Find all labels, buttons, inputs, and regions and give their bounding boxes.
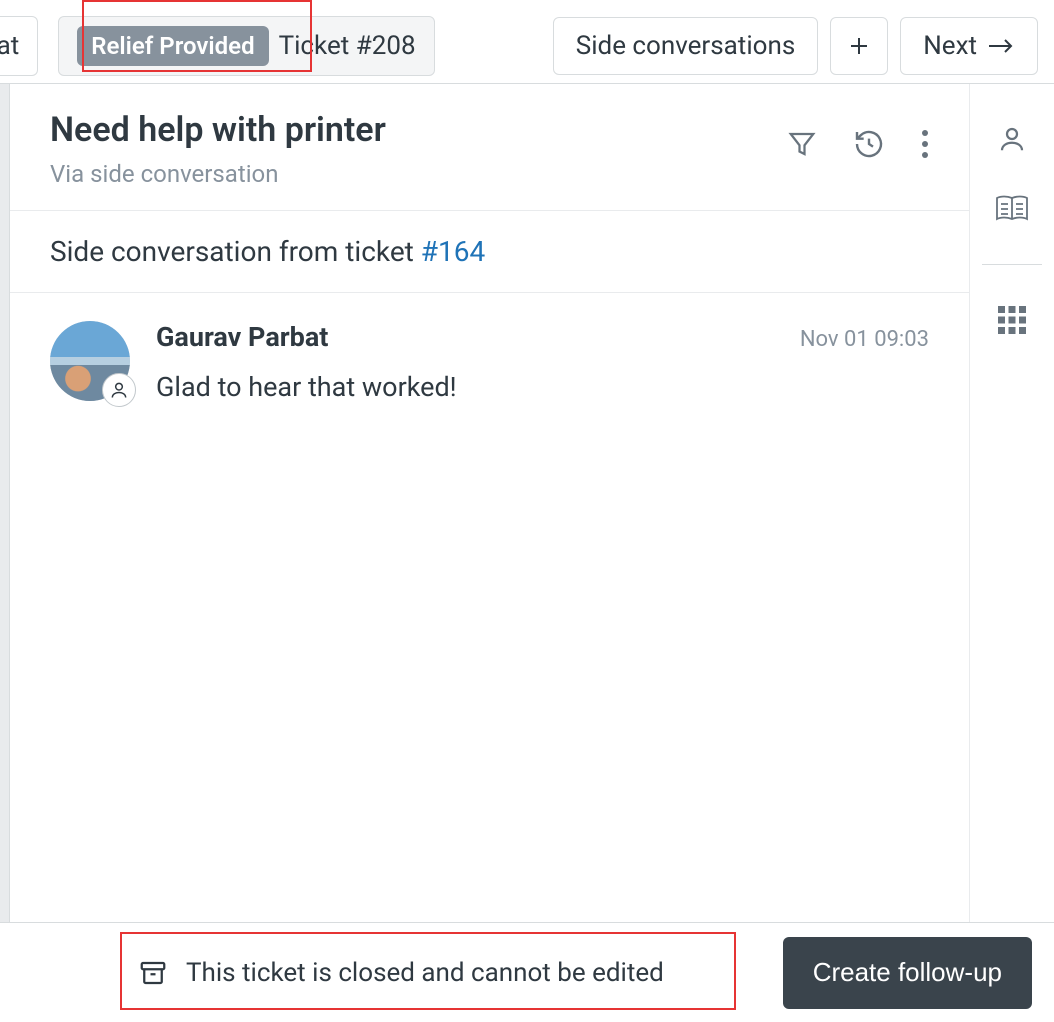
rail-apps-button[interactable] xyxy=(997,305,1027,335)
avatar xyxy=(50,321,130,401)
history-icon xyxy=(853,128,885,160)
rail-knowledge-button[interactable] xyxy=(995,194,1029,224)
left-gutter xyxy=(0,84,10,1022)
rail-user-button[interactable] xyxy=(997,124,1027,154)
closed-notice: This ticket is closed and cannot be edit… xyxy=(120,958,664,988)
tab-active-label: Ticket #208 xyxy=(279,31,416,61)
origin-prefix: Side conversation from ticket xyxy=(50,235,421,268)
right-rail xyxy=(970,84,1054,1022)
person-icon xyxy=(109,380,129,400)
closed-text: This ticket is closed and cannot be edit… xyxy=(186,958,664,988)
avatar-badge xyxy=(102,373,136,407)
tab-active[interactable]: Relief Provided Ticket #208 xyxy=(58,16,434,76)
origin-strip: Side conversation from ticket #164 xyxy=(10,211,969,293)
filter-button[interactable] xyxy=(787,129,817,159)
user-icon xyxy=(997,124,1027,154)
message-body: Glad to hear that worked! xyxy=(156,371,929,403)
kebab-icon xyxy=(921,128,929,160)
tab-previous-partial[interactable]: bat xyxy=(0,16,38,76)
side-conversations-button[interactable]: Side conversations xyxy=(553,17,818,75)
archive-icon xyxy=(138,958,168,988)
tab-previous-label: bat xyxy=(0,31,19,61)
create-follow-up-label: Create follow-up xyxy=(813,957,1002,987)
book-icon xyxy=(995,194,1029,224)
message-timestamp: Nov 01 09:03 xyxy=(800,327,929,352)
history-button[interactable] xyxy=(853,128,885,160)
arrow-right-icon xyxy=(987,38,1015,54)
conversation-title: Need help with printer xyxy=(50,110,787,150)
conversation-subtitle: Via side conversation xyxy=(50,160,787,188)
main-panel: Need help with printer Via side conversa… xyxy=(10,84,970,1022)
origin-ticket-link[interactable]: #164 xyxy=(421,235,485,268)
conversation-header: Need help with printer Via side conversa… xyxy=(10,84,969,211)
tab-bar: bat Relief Provided Ticket #208 Side con… xyxy=(0,0,1054,84)
plus-icon xyxy=(847,34,871,58)
message-row: Gaurav Parbat Nov 01 09:03 Glad to hear … xyxy=(10,293,969,431)
content-area: Need help with printer Via side conversa… xyxy=(0,84,1054,1022)
footer-bar: This ticket is closed and cannot be edit… xyxy=(0,922,1054,1022)
rail-divider xyxy=(982,264,1042,265)
add-button[interactable] xyxy=(830,17,888,75)
status-pill: Relief Provided xyxy=(77,26,268,66)
message-author: Gaurav Parbat xyxy=(156,321,328,353)
more-button[interactable] xyxy=(921,128,929,160)
next-button[interactable]: Next xyxy=(900,17,1038,75)
filter-icon xyxy=(787,129,817,159)
next-label: Next xyxy=(923,31,977,61)
apps-grid-icon xyxy=(997,305,1027,335)
side-conversations-label: Side conversations xyxy=(576,31,795,61)
create-follow-up-button[interactable]: Create follow-up xyxy=(783,937,1032,1009)
